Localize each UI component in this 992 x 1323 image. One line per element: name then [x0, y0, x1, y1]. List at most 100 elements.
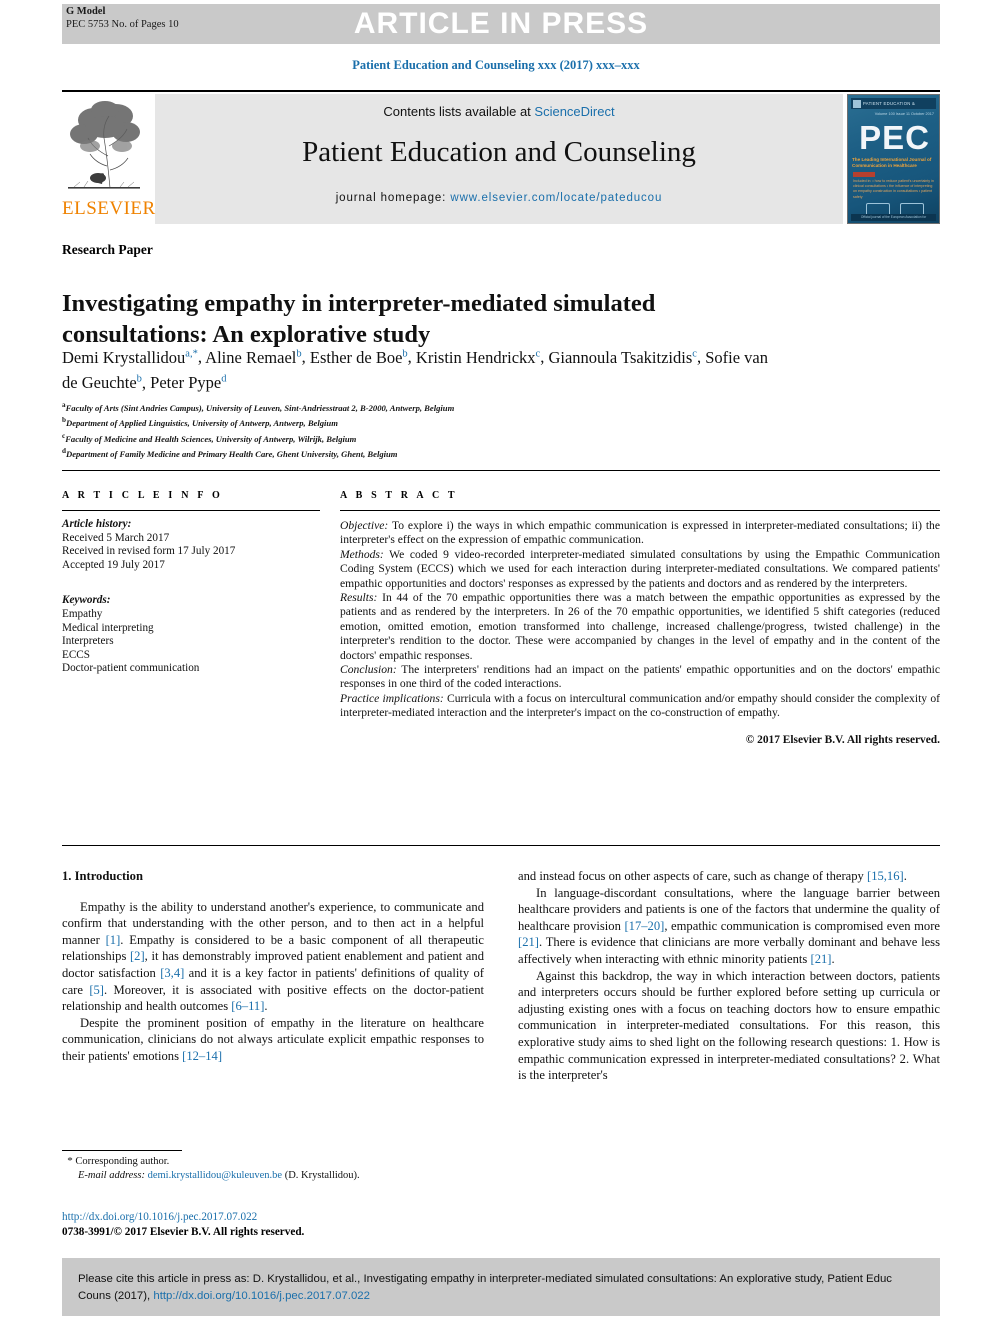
author-name: Demi Krystallidou: [62, 347, 186, 367]
journal-cover-thumbnail: PATIENT EDUCATION & COUNSELING Volume 10…: [847, 94, 940, 224]
cover-title-abbrev: PEC: [859, 119, 930, 156]
keyword-item: Medical interpreting: [62, 621, 154, 634]
citation-reference[interactable]: [15,16]: [867, 869, 904, 883]
doi-link[interactable]: http://dx.doi.org/10.1016/j.pec.2017.07.…: [62, 1210, 502, 1225]
author-name: Peter Pype: [150, 373, 222, 392]
elsevier-wordmark: ELSEVIER: [62, 198, 156, 219]
body-paragraph: and instead focus on other aspects of ca…: [518, 869, 907, 883]
body-column-left: 1. Introduction Empathy is the ability t…: [62, 868, 484, 1065]
author-item[interactable]: Aline Remaelb: [205, 348, 301, 367]
cover-footer-label: Official journal of the European Associa…: [851, 214, 936, 221]
history-item: Received 5 March 2017: [62, 531, 170, 544]
abstract-section: A B S T R A C T Objective: To explore i)…: [340, 490, 940, 747]
author-item[interactable]: Esther de Boeb: [310, 348, 408, 367]
sciencedirect-link[interactable]: ScienceDirect: [534, 104, 614, 119]
abstract-text: To explore i) the ways in which empathic…: [340, 519, 940, 547]
abstract-copyright: © 2017 Elsevier B.V. All rights reserved…: [745, 733, 940, 746]
homepage-label: journal homepage:: [335, 192, 451, 204]
affiliation-item: bDepartment of Applied Linguistics, Univ…: [62, 414, 822, 429]
citation-reference[interactable]: [6–11]: [231, 999, 264, 1013]
body-paragraph: Despite the prominent position of empath…: [62, 1015, 484, 1063]
citation-reference[interactable]: [17–20]: [624, 919, 664, 933]
affiliation-text: Faculty of Arts (Sint Andries Campus), U…: [65, 402, 455, 413]
page-title: Investigating empathy in interpreter-med…: [62, 290, 656, 349]
journal-homepage-line: journal homepage: www.elsevier.com/locat…: [155, 192, 843, 204]
author-affil-marker: d: [221, 373, 227, 385]
keywords-label: Keywords:: [62, 594, 111, 607]
author-name: Kristin Hendrickx: [415, 347, 536, 367]
email-link[interactable]: demi.krystallidou@kuleuven.be: [148, 1170, 282, 1181]
corresponding-author-note: * Corresponding author.: [62, 1154, 492, 1169]
author-name: Giannoula Tsakitzidis: [548, 347, 693, 367]
homepage-url-link[interactable]: www.elsevier.com/locate/pateducou: [450, 192, 662, 204]
keyword-item: Empathy: [62, 607, 103, 620]
email-suffix: (D. Krystallidou).: [282, 1170, 360, 1181]
cover-red-bar: [853, 172, 875, 177]
author-item[interactable]: Giannoula Tsakitzidisc: [548, 348, 696, 367]
body-column-right: and instead focus on other aspects of ca…: [518, 868, 940, 1084]
author-item[interactable]: Kristin Hendrickxc: [416, 348, 540, 367]
citation-reference[interactable]: [3,4]: [160, 966, 184, 980]
article-type-label: Research Paper: [62, 242, 153, 257]
article-in-press-banner: ARTICLE IN PRESS: [62, 4, 940, 44]
abstract-paragraph: Results: In 44 of the 70 empathic opport…: [340, 591, 940, 663]
email-label: E-mail address:: [78, 1170, 145, 1181]
author-sep: ,: [301, 347, 310, 367]
journal-article-page: ARTICLE IN PRESS G Model PEC 5753 No. of…: [0, 0, 992, 1323]
abstract-label: Results:: [340, 591, 378, 605]
author-affil-marker: a,*: [185, 348, 198, 359]
author-item[interactable]: Demi Krystallidoua,*: [62, 348, 198, 367]
cover-issue-label: Volume 100 Issue 11 October 2017: [874, 112, 934, 116]
affiliation-text: Department of Family Medicine and Primar…: [65, 448, 398, 459]
footer-doi-block: http://dx.doi.org/10.1016/j.pec.2017.07.…: [62, 1210, 502, 1239]
citation-reference[interactable]: [21]: [811, 952, 832, 966]
corresponding-author-text: Corresponding author.: [75, 1156, 170, 1167]
keyword-item: Doctor-patient communication: [62, 662, 200, 675]
author-name: Esther de Boe: [309, 347, 403, 367]
article-info-section: A R T I C L E I N F O Article history: R…: [62, 490, 320, 676]
author-sep: ,: [696, 347, 706, 367]
author-sep: ,: [141, 373, 151, 392]
abstract-paragraph: Conclusion: The interpreters' renditions…: [340, 663, 940, 692]
contents-prefix-label: Contents lists available at: [383, 104, 535, 119]
footnote-divider: [62, 1150, 182, 1151]
affiliation-text: Department of Applied Linguistics, Unive…: [65, 418, 338, 429]
abstract-label: Conclusion:: [340, 663, 397, 677]
running-head: Patient Education and Counseling xxx (20…: [352, 58, 640, 72]
citation-doi-link[interactable]: http://dx.doi.org/10.1016/j.pec.2017.07.…: [153, 1290, 370, 1302]
abstract-paragraph: Objective: To explore i) the ways in whi…: [340, 519, 940, 548]
article-info-rule: [62, 510, 320, 511]
citation-reference[interactable]: [2]: [130, 949, 145, 963]
affiliation-text: Faculty of Medicine and Health Sciences,…: [65, 433, 357, 444]
author-list: Demi Krystallidoua,*, Aline Remaelb, Est…: [62, 343, 782, 394]
citation-reference[interactable]: [1]: [106, 933, 121, 947]
corresponding-author-marker: *: [67, 1155, 73, 1167]
abstract-label: Methods:: [340, 547, 384, 561]
abstract-text: We coded 9 video-recorded interpreter-me…: [340, 547, 940, 590]
citation-reference[interactable]: [12–14]: [182, 1049, 222, 1063]
abstract-rule: [340, 510, 940, 511]
author-item[interactable]: Peter Pyped: [150, 373, 226, 392]
body-paragraph: Empathy is the ability to understand ano…: [62, 899, 485, 1014]
author-sep: ,: [407, 347, 416, 367]
g-model-block: G Model PEC 5753 No. of Pages 10: [66, 6, 179, 31]
keyword-item: Interpreters: [62, 635, 114, 648]
abstract-text: In 44 of the 70 empathic opportunities t…: [340, 591, 940, 662]
citation-reference[interactable]: [21]: [518, 935, 539, 949]
cover-tagline: The Leading International Journal of Com…: [852, 157, 932, 169]
abstract-body: Objective: To explore i) the ways in whi…: [340, 519, 940, 747]
elsevier-tree-icon: [64, 96, 144, 196]
cover-top-bar: PATIENT EDUCATION & COUNSELING: [851, 98, 936, 109]
affiliation-list: aFaculty of Arts (Sint Andries Campus), …: [62, 399, 822, 460]
article-in-press-label: ARTICLE IN PRESS: [353, 7, 649, 40]
footnote-block: * Corresponding author. E-mail address: …: [62, 1154, 492, 1183]
citation-notice-box: Please cite this article in press as: D.…: [62, 1258, 940, 1316]
contents-available-line: Contents lists available at ScienceDirec…: [155, 104, 843, 119]
abstract-heading: A B S T R A C T: [340, 490, 458, 501]
citation-reference[interactable]: [5]: [89, 983, 104, 997]
journal-masthead: Contents lists available at ScienceDirec…: [62, 90, 940, 224]
abstract-label: Practice implications:: [340, 691, 444, 705]
cover-contents-list: Included in: • how to reduce patient's u…: [853, 179, 934, 199]
abstract-paragraph: Practice implications: Curricula with a …: [340, 692, 940, 721]
body-paragraph: In language-discordant consultations, wh…: [518, 885, 940, 966]
